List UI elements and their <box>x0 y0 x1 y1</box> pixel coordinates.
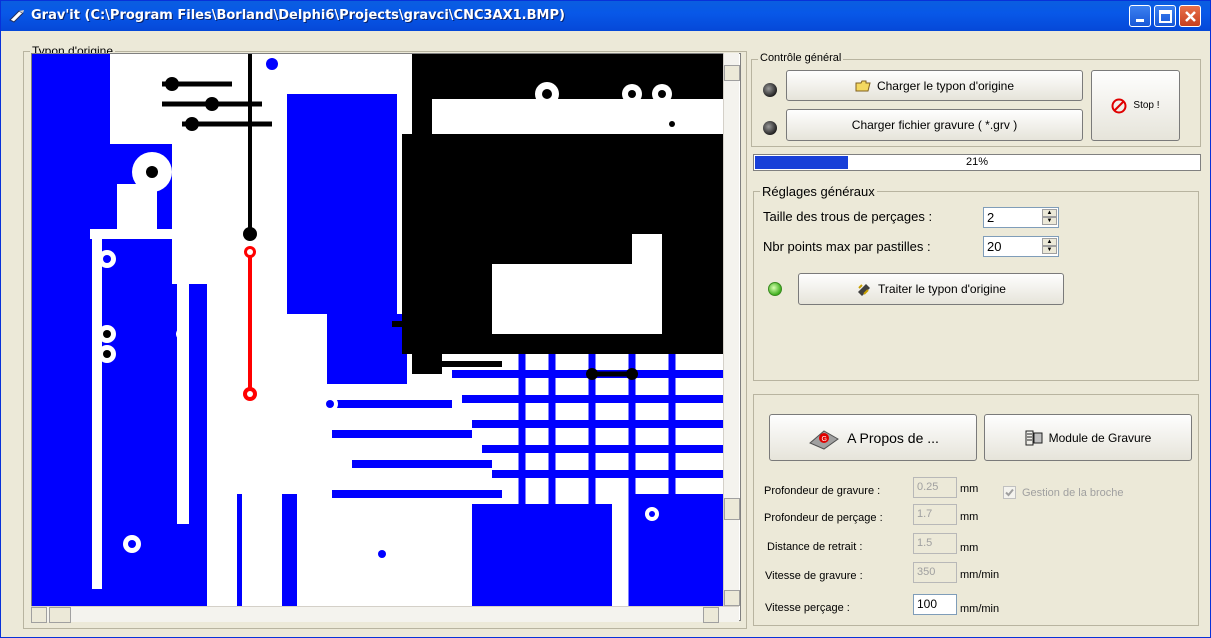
gestion-broche-checkbox[interactable]: Gestion de la broche <box>1003 486 1124 499</box>
pcb-horizontal-scrollbar[interactable] <box>31 606 739 623</box>
nbr-value: 20 <box>987 239 1002 254</box>
nbr-spinner[interactable]: 20 ▲ ▼ <box>983 236 1059 257</box>
minimize-icon <box>1136 19 1144 22</box>
controle-group-label: Contrôle général <box>758 52 844 64</box>
prof-gravure-value: 0.25 <box>917 481 939 493</box>
title-bar[interactable]: Grav'it (C:\Program Files\Borland\Delphi… <box>1 1 1210 31</box>
taille-spinner[interactable]: 2 ▲ ▼ <box>983 207 1059 228</box>
prof-gravure-unit: mm <box>960 483 979 495</box>
checkbox-checked-icon <box>1003 486 1016 499</box>
chip-icon <box>858 284 871 296</box>
scroll-left-button[interactable] <box>31 607 47 623</box>
distance-field[interactable]: 1.5 <box>913 533 957 554</box>
spin-down-icon[interactable]: ▼ <box>1042 246 1057 254</box>
module-gravure-label: Module de Gravure <box>1048 430 1152 445</box>
scroll-up-button[interactable] <box>724 65 740 81</box>
taille-label: Taille des trous de perçages : <box>763 209 933 224</box>
vit-gravure-unit: mm/min <box>960 569 1000 581</box>
distance-unit: mm <box>960 542 979 554</box>
charger-typon-label: Charger le typon d'origine <box>876 78 1015 93</box>
prof-percage-label: Profondeur de perçage : <box>764 512 883 524</box>
taille-value: 2 <box>987 210 995 225</box>
charger-typon-button[interactable]: Charger le typon d'origine <box>786 70 1083 101</box>
charger-gravure-label: Charger fichier gravure ( *.grv ) <box>851 118 1018 132</box>
taille-spin-arrows[interactable]: ▲ ▼ <box>1042 209 1057 226</box>
vit-gravure-label: Vitesse de gravure : <box>765 570 863 582</box>
distance-value: 1.5 <box>917 537 933 549</box>
prof-gravure-field[interactable]: 0.25 <box>913 477 957 498</box>
machine-icon <box>1025 430 1043 445</box>
gestion-broche-label: Gestion de la broche <box>1022 486 1124 499</box>
scroll-right-button[interactable] <box>703 607 719 623</box>
horizontal-scroll-thumb[interactable] <box>49 607 71 623</box>
apropos-button[interactable]: G A Propos de ... <box>769 414 977 461</box>
nbr-label: Nbr points max par pastilles : <box>763 239 931 254</box>
maximize-icon <box>1159 10 1172 23</box>
vit-gravure-field[interactable]: 350 <box>913 562 957 583</box>
stop-button[interactable]: Stop ! <box>1091 70 1180 141</box>
prof-percage-value: 1.7 <box>917 508 933 520</box>
main-window: Grav'it (C:\Program Files\Borland\Delphi… <box>0 0 1211 638</box>
close-button[interactable] <box>1179 5 1201 27</box>
vit-percage-field[interactable]: 100 <box>913 594 957 615</box>
gravure-status-led <box>763 121 777 135</box>
nbr-spin-arrows[interactable]: ▲ ▼ <box>1042 238 1057 255</box>
vit-percage-label: Vitesse perçage : <box>765 602 850 614</box>
vit-gravure-value: 350 <box>917 566 936 578</box>
app-icon <box>9 10 24 23</box>
distance-label: Distance de retrait : <box>767 541 863 553</box>
progress-text: 21% <box>965 156 989 168</box>
traiter-status-led <box>768 282 782 296</box>
progress-bar: 21% <box>753 154 1201 171</box>
traiter-button[interactable]: Traiter le typon d'origine <box>798 273 1064 305</box>
window-title: Grav'it (C:\Program Files\Borland\Delphi… <box>31 8 565 23</box>
charger-gravure-button[interactable]: Charger fichier gravure ( *.grv ) <box>786 109 1083 141</box>
vertical-scroll-thumb[interactable] <box>724 498 740 520</box>
vit-percage-unit: mm/min <box>960 603 1000 615</box>
minimize-button[interactable] <box>1129 5 1151 27</box>
traiter-label: Traiter le typon d'origine <box>878 282 1006 296</box>
svg-text:G: G <box>822 436 827 443</box>
folder-icon <box>855 80 871 91</box>
pcb-vertical-scrollbar[interactable] <box>723 53 740 606</box>
cnc-chip-icon: G <box>809 429 840 450</box>
pcb-image[interactable] <box>31 53 741 621</box>
prof-percage-field[interactable]: 1.7 <box>913 504 957 525</box>
maximize-button[interactable] <box>1154 5 1176 27</box>
stop-icon <box>1111 98 1127 113</box>
scroll-down-button[interactable] <box>724 590 740 606</box>
spin-down-icon[interactable]: ▼ <box>1042 217 1057 225</box>
apropos-label: A Propos de ... <box>847 429 939 446</box>
typon-status-led <box>763 83 777 97</box>
spin-up-icon[interactable]: ▲ <box>1042 238 1057 246</box>
pcb-layout-drawing <box>32 54 724 607</box>
spin-up-icon[interactable]: ▲ <box>1042 209 1057 217</box>
close-icon <box>1185 11 1196 22</box>
prof-percage-unit: mm <box>960 511 979 523</box>
module-gravure-button[interactable]: Module de Gravure <box>984 414 1192 461</box>
prof-gravure-label: Profondeur de gravure : <box>764 485 881 497</box>
reglages-group-label: Réglages généraux <box>760 184 877 199</box>
vit-percage-value: 100 <box>917 597 938 611</box>
stop-label: Stop ! <box>1133 100 1160 111</box>
